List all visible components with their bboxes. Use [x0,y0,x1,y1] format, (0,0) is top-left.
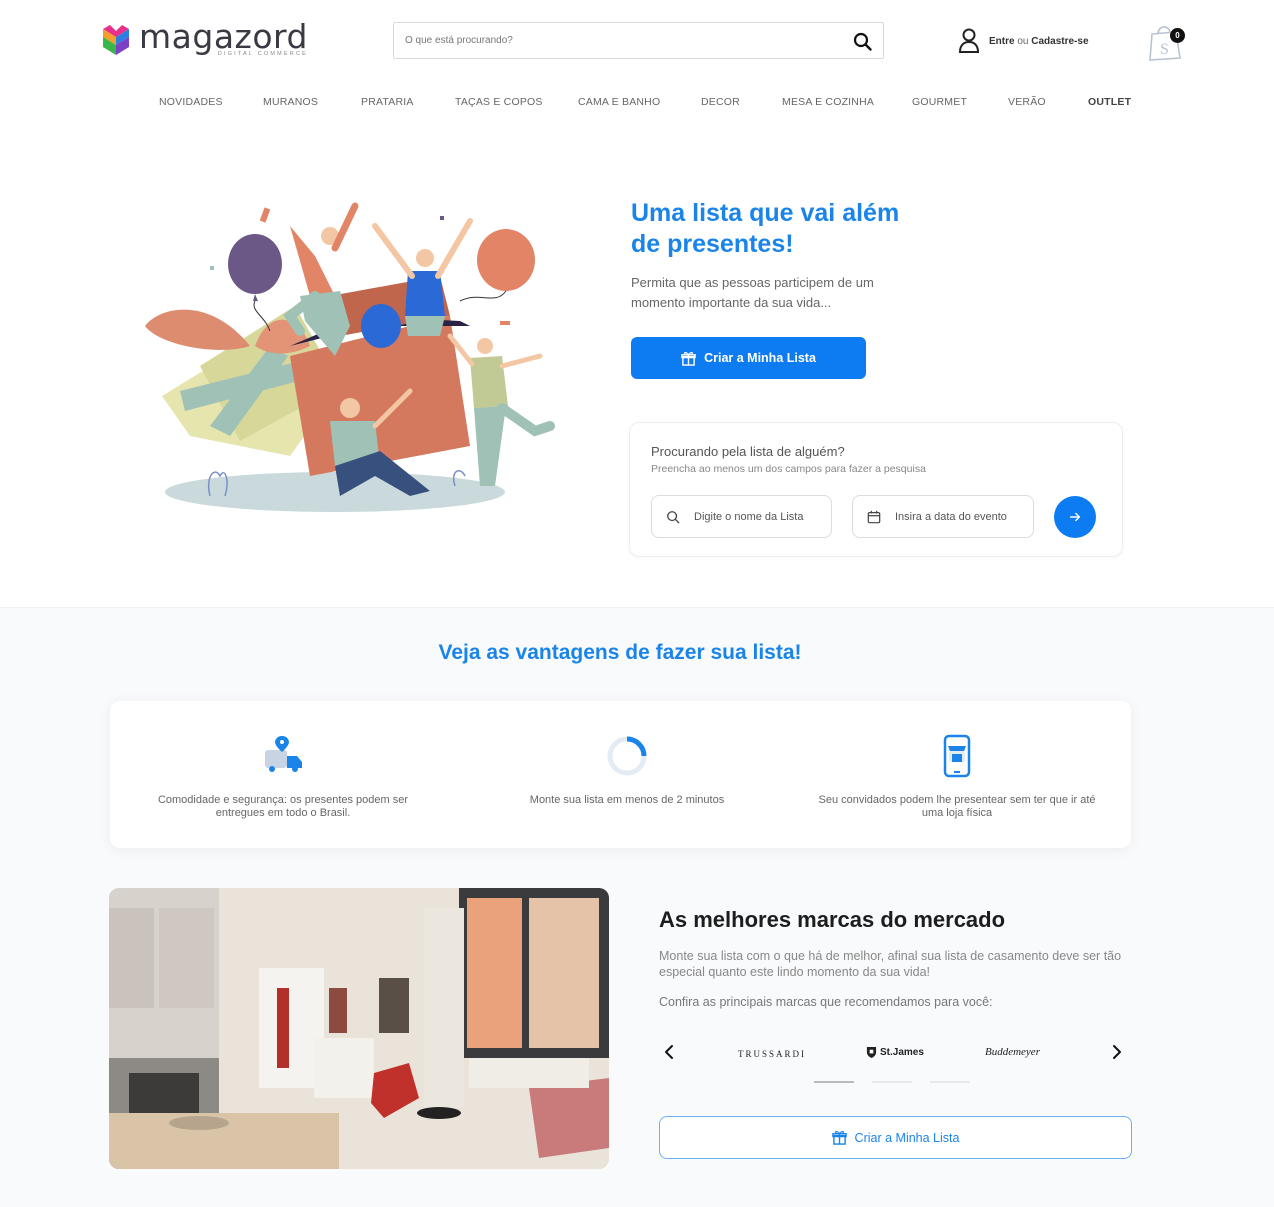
nav-item-outlet[interactable]: OUTLET [1088,96,1131,108]
nav-item-muranos[interactable]: MURANOS [263,96,318,108]
event-date-input[interactable] [895,510,1025,523]
arrow-right-icon [1069,512,1081,522]
list-name-input[interactable] [694,510,824,523]
login-link[interactable]: Entre [989,36,1015,47]
cart-button[interactable]: S 0 [1146,20,1186,62]
brands-carousel: TRUSSARDI St.James Buddemeyer [659,1038,1129,1068]
account-link[interactable]: Entre ou Cadastre-se [958,28,1089,54]
logo-wordmark: magazord [139,17,308,56]
mobile-store-icon [943,734,971,778]
svg-text:S: S [1160,41,1169,58]
register-link[interactable]: Cadastre-se [1031,36,1088,47]
nav-item-prataria[interactable]: PRATARIA [361,96,414,108]
cart-count-badge: 0 [1170,28,1185,43]
create-list-button-label: Criar a Minha Lista [704,351,816,365]
brand-logo-stjames[interactable]: St.James [866,1046,924,1059]
logo-tagline: DIGITAL COMMERCE [217,51,308,57]
brand-logo-buddemeyer[interactable]: Buddemeyer [985,1046,1040,1058]
create-list-outline-label: Criar a Minha Lista [854,1130,960,1145]
advantages-card: Comodidade e segurança: os presentes pod… [110,701,1131,848]
carousel-dot[interactable] [872,1081,912,1083]
search-list-button[interactable] [1054,496,1096,538]
gift-icon [681,351,696,366]
advantage-text-online: Seu convidados podem lhe presentear sem … [818,794,1096,819]
brands-subtitle: Confira as principais marcas que recomen… [659,995,993,1009]
hero-description: Permita que as pessoas participem de um … [631,275,874,310]
brand-logo-trussardi[interactable]: TRUSSARDI [738,1049,806,1059]
advantage-text-speed: Monte sua lista em menos de 2 minutos [529,794,725,806]
chevron-left-icon[interactable] [659,1042,679,1062]
nav-item-cama-e-banho[interactable]: CAMA E BANHO [578,96,660,108]
timer-icon [607,736,647,776]
main-nav: NOVIDADES MURANOS PRATARIA TAÇAS E COPOS… [0,96,1274,116]
find-list-title: Procurando pela lista de alguém? [651,444,845,459]
search-bar [393,22,884,59]
nav-item-decor[interactable]: DECOR [701,96,740,108]
brand-label-stjames: St.James [880,1047,924,1058]
search-icon[interactable] [853,32,873,52]
user-icon [958,28,980,53]
logo[interactable]: magazord DIGITAL COMMERCE [101,17,308,57]
list-name-field [651,495,832,538]
delivery-truck-icon [265,736,302,772]
gift-icon [831,1130,847,1145]
advantages-section: Veja as vantagens de fazer sua lista! Co… [0,607,1274,1207]
nav-item-tacas-e-copos[interactable]: TAÇAS E COPOS [455,96,543,108]
create-list-outline-button[interactable]: Criar a Minha Lista [659,1116,1132,1159]
advantage-item-speed: Monte sua lista em menos de 2 minutos [487,701,767,848]
calendar-icon [867,510,881,523]
logo-mark-icon [103,24,129,55]
shield-icon [866,1047,877,1058]
carousel-dot[interactable] [814,1081,854,1083]
search-input[interactable] [394,23,834,58]
advantage-text-delivery: Comodidade e segurança: os presentes pod… [157,794,409,819]
brands-title: As melhores marcas do mercado [659,907,1006,932]
hero-title: Uma lista que vai além de presentes! [631,199,900,258]
nav-item-verao[interactable]: VERÃO [1008,96,1046,108]
create-list-button[interactable]: Criar a Minha Lista [631,337,866,379]
brands-description: Monte sua lista com o que há de melhor, … [659,949,1122,979]
event-date-field [852,495,1034,538]
living-room-photo [109,888,609,1169]
search-icon [667,510,680,523]
nav-item-novidades[interactable]: NOVIDADES [159,96,223,108]
advantages-title: Veja as vantagens de fazer sua lista! [438,641,802,664]
find-list-subtitle: Preencha ao menos um dos campos para faz… [651,463,926,475]
nav-item-gourmet[interactable]: GOURMET [912,96,967,108]
chevron-right-icon[interactable] [1107,1042,1127,1062]
advantage-item-delivery: Comodidade e segurança: os presentes pod… [143,701,423,848]
carousel-dot[interactable] [930,1081,970,1083]
advantage-item-online: Seu convidados podem lhe presentear sem … [817,701,1097,848]
find-list-card: Procurando pela lista de alguém? Preench… [629,422,1123,557]
carousel-pagination [814,1081,988,1083]
celebration-illustration [145,202,555,512]
account-or-text: ou [1017,35,1029,47]
nav-item-mesa-e-cozinha[interactable]: MESA E COZINHA [782,96,874,108]
site-header: magazord DIGITAL COMMERCE Entre ou Cadas… [0,0,1274,80]
